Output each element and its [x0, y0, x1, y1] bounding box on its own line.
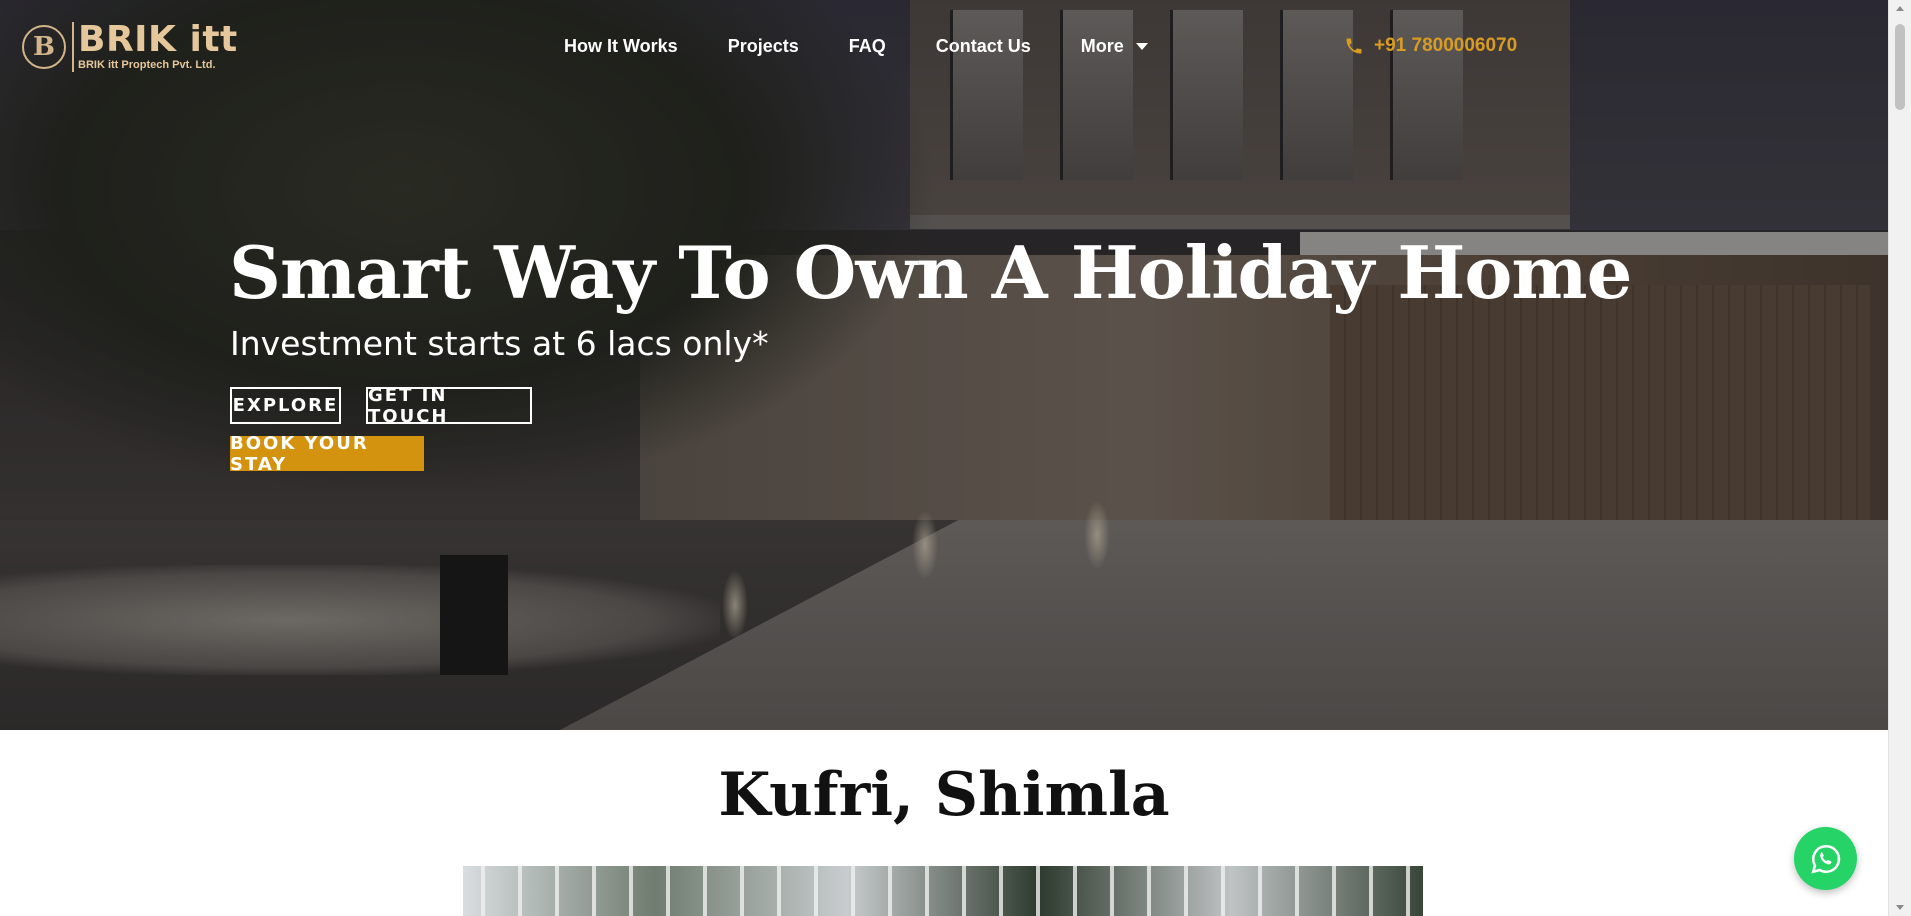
hero-title: Smart Way To Own A Holiday Home — [229, 230, 1632, 315]
hero-overlay — [0, 0, 1888, 730]
scroll-down-arrow-icon[interactable] — [1896, 905, 1904, 910]
logo-mark-icon: B — [22, 25, 66, 69]
nav-item-contact-us[interactable]: Contact Us — [936, 36, 1031, 57]
page-scrollbar[interactable] — [1888, 0, 1911, 916]
nav-item-more-label: More — [1080, 36, 1124, 56]
nav-item-how-it-works[interactable]: How It Works — [564, 36, 678, 57]
phone-icon — [1346, 38, 1362, 54]
site-logo[interactable]: B BRIK itt BRIK itt Proptech Pvt. Ltd. — [22, 22, 238, 72]
logo-name: BRIK itt — [78, 19, 238, 60]
logo-subtitle: BRIK itt Proptech Pvt. Ltd. — [78, 59, 216, 71]
phone-number: +91 7800006070 — [1374, 35, 1518, 56]
explore-button[interactable]: EXPLORE — [230, 387, 341, 424]
caret-down-icon — [1135, 43, 1148, 50]
logo-text: BRIK itt BRIK itt Proptech Pvt. Ltd. — [72, 22, 238, 72]
nav-item-more[interactable]: More — [1081, 36, 1148, 57]
phone-link[interactable]: +91 7800006070 — [1344, 35, 1517, 57]
section-image — [463, 866, 1423, 916]
whatsapp-icon — [1810, 844, 1840, 874]
main-nav: How It Works Projects FAQ Contact Us Mor… — [564, 36, 1198, 57]
section-title: Kufri, Shimla — [718, 760, 1170, 830]
book-your-stay-button[interactable]: BOOK YOUR STAY — [230, 433, 424, 475]
hero-banner: B BRIK itt BRIK itt Proptech Pvt. Ltd. H… — [0, 0, 1888, 730]
whatsapp-button[interactable] — [1794, 827, 1857, 890]
nav-item-projects[interactable]: Projects — [728, 36, 799, 57]
scroll-up-arrow-icon[interactable] — [1896, 6, 1904, 11]
hero-subtitle: Investment starts at 6 lacs only* — [230, 324, 769, 363]
get-in-touch-button[interactable]: GET IN TOUCH — [366, 385, 532, 427]
scroll-thumb[interactable] — [1895, 24, 1905, 110]
nav-item-faq[interactable]: FAQ — [849, 36, 886, 57]
